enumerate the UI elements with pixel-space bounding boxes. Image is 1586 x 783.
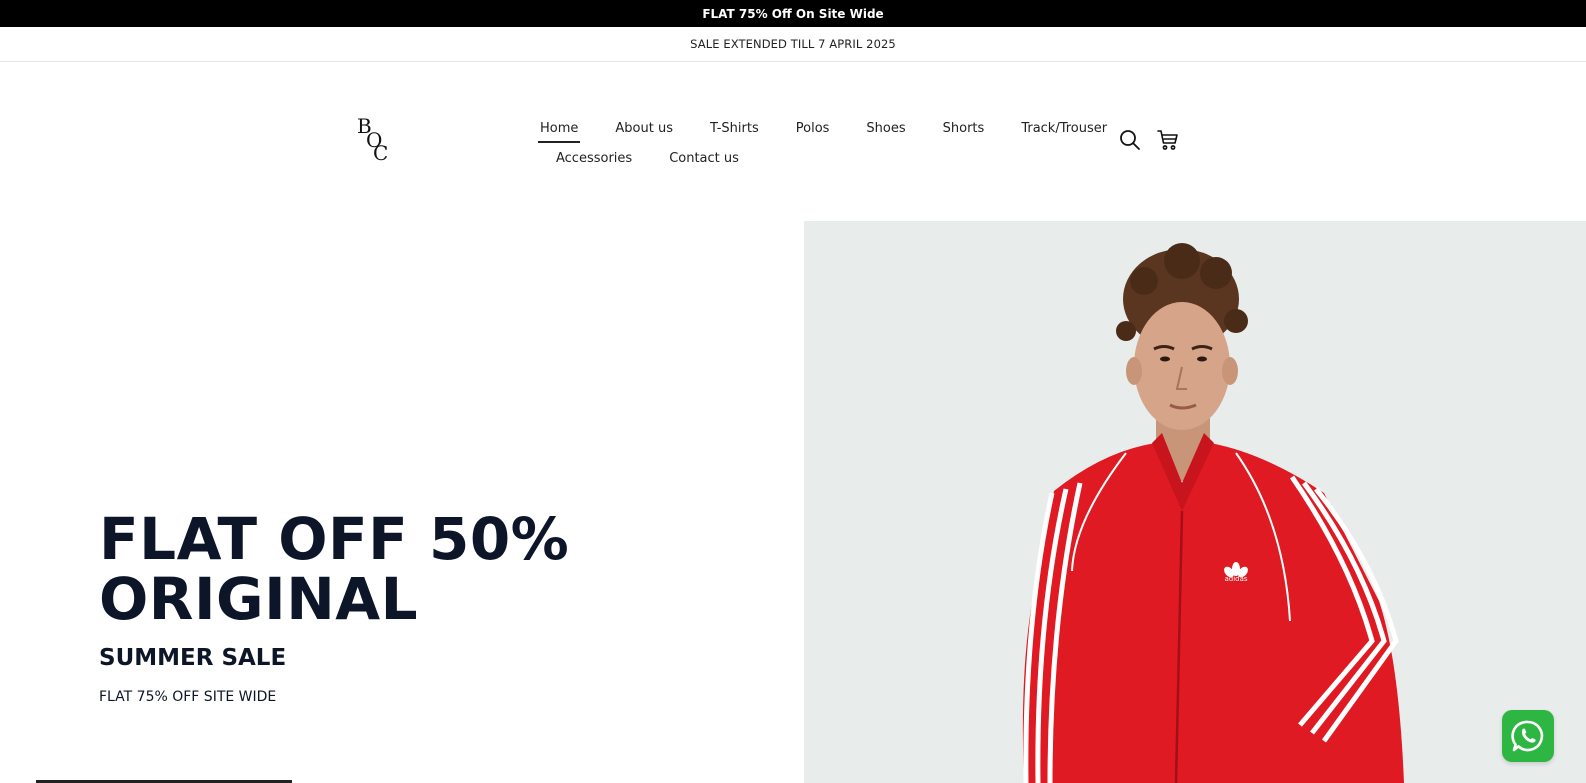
site-header: B O C Home About us T-Shirts Polos Shoes… bbox=[0, 62, 1586, 222]
hero-image-panel: adidas bbox=[804, 221, 1586, 783]
header-actions bbox=[1118, 128, 1180, 152]
announcement-text: FLAT 75% Off On Site Wide bbox=[702, 6, 884, 21]
cart-icon[interactable] bbox=[1156, 128, 1180, 152]
sale-notice-bar: SALE EXTENDED TILL 7 APRIL 2025 bbox=[0, 27, 1586, 62]
adidas-wordmark: adidas bbox=[1224, 575, 1247, 583]
nav-row-1: Home About us T-Shirts Polos Shoes Short… bbox=[538, 113, 1107, 143]
search-icon[interactable] bbox=[1118, 128, 1142, 152]
hero-banner: FLAT OFF 50% ORIGINAL SUMMER SALE FLAT 7… bbox=[0, 221, 1586, 783]
whatsapp-button[interactable] bbox=[1502, 710, 1554, 762]
logo-letter-c: C bbox=[373, 141, 389, 165]
site-logo[interactable]: B O C bbox=[357, 116, 397, 166]
whatsapp-icon bbox=[1511, 720, 1544, 752]
nav-item-about-us[interactable]: About us bbox=[613, 117, 675, 140]
nav-item-t-shirts[interactable]: T-Shirts bbox=[708, 117, 761, 140]
nav-row-2: Accessories Contact us bbox=[538, 143, 1078, 173]
hero-subheading: SUMMER SALE bbox=[99, 645, 287, 671]
nav-item-home[interactable]: Home bbox=[538, 117, 581, 143]
sale-notice-text: SALE EXTENDED TILL 7 APRIL 2025 bbox=[690, 37, 896, 51]
hero-headline: FLAT OFF 50% ORIGINAL bbox=[99, 509, 569, 629]
hero-tagline: FLAT 75% OFF SITE WIDE bbox=[99, 689, 277, 705]
hero-headline-line-1: FLAT OFF 50% bbox=[99, 505, 570, 573]
hero-headline-line-2: ORIGINAL bbox=[99, 565, 419, 633]
nav-item-shorts[interactable]: Shorts bbox=[941, 117, 987, 140]
nav-item-shoes[interactable]: Shoes bbox=[864, 117, 907, 140]
nav-item-contact-us[interactable]: Contact us bbox=[667, 147, 741, 170]
hero-model-image: adidas bbox=[1022, 243, 1404, 783]
nav-item-accessories[interactable]: Accessories bbox=[554, 147, 634, 170]
main-navigation: Home About us T-Shirts Polos Shoes Short… bbox=[538, 113, 1107, 173]
nav-item-track-trouser[interactable]: Track/Trouser bbox=[1019, 117, 1109, 140]
hero-text-panel: FLAT OFF 50% ORIGINAL SUMMER SALE FLAT 7… bbox=[0, 221, 804, 783]
nav-item-polos[interactable]: Polos bbox=[794, 117, 832, 140]
announcement-bar: FLAT 75% Off On Site Wide bbox=[0, 0, 1586, 27]
